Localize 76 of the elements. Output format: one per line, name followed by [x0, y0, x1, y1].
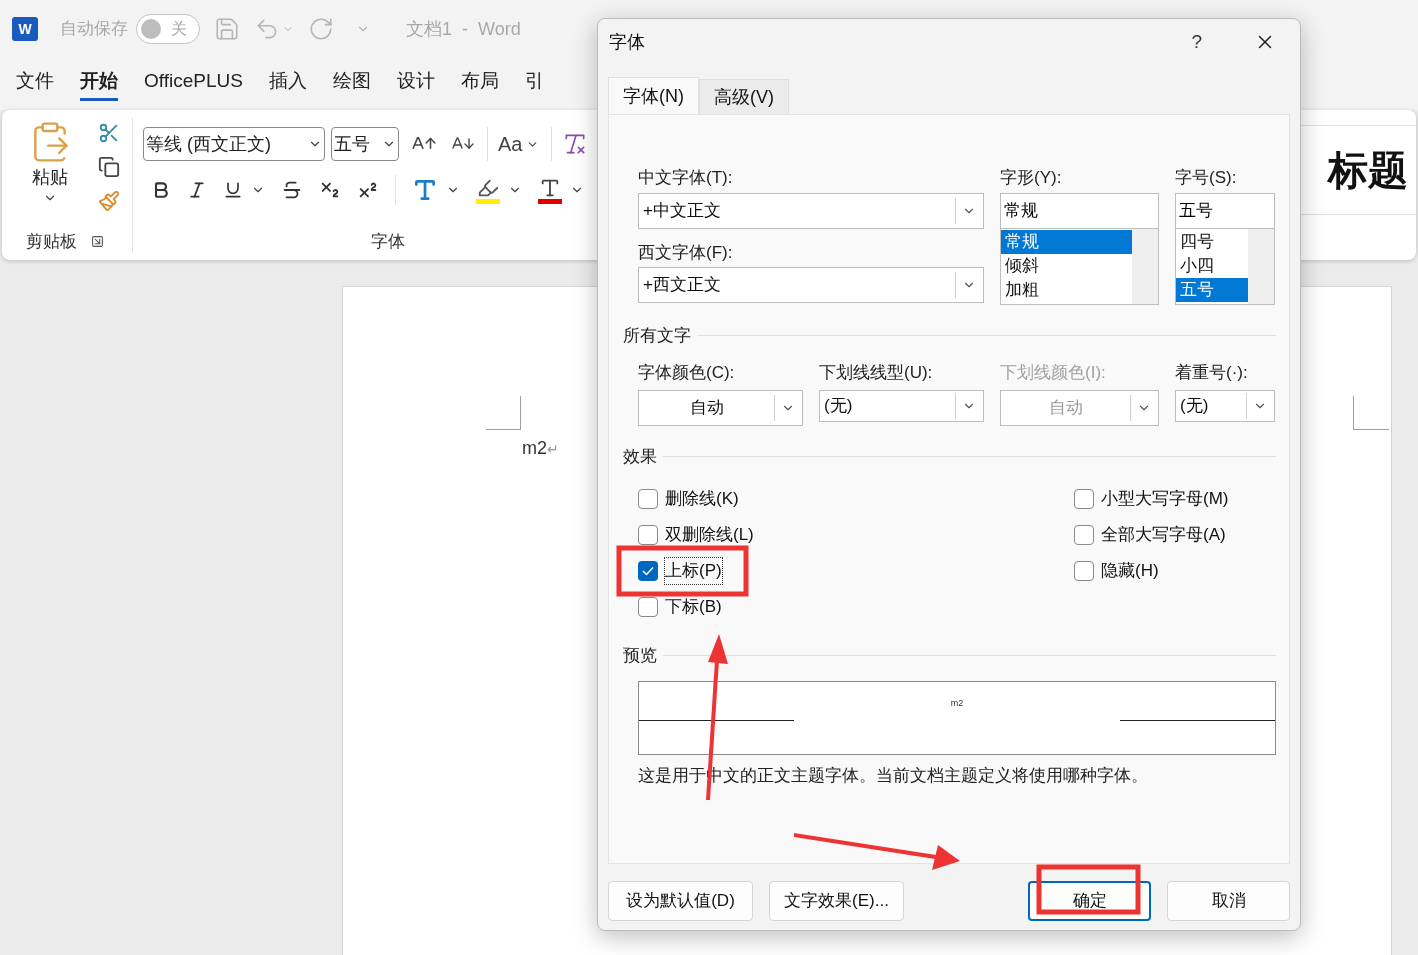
dropdown-field[interactable]: +西文正文 — [638, 267, 984, 303]
menu-tab[interactable]: 开始 — [80, 67, 118, 101]
text-input[interactable]: 五号 — [1175, 192, 1275, 229]
group-label: 剪贴板 — [26, 230, 77, 253]
list-item[interactable]: 小四 — [1176, 253, 1248, 278]
underline-icon[interactable] — [223, 180, 243, 200]
field-label: 下划线线型(U): — [819, 362, 934, 384]
checkbox-label: 全部大写字母(A) — [1101, 524, 1226, 547]
section-heading: 效果 — [623, 445, 657, 468]
text-input[interactable]: 常规 — [1000, 192, 1159, 229]
change-case-button[interactable]: Aa — [498, 129, 540, 159]
dialog-button[interactable]: 取消 — [1167, 881, 1290, 921]
menu-tab[interactable]: 设计 — [396, 67, 435, 101]
dialog-tab[interactable]: 高级(V) — [699, 79, 789, 114]
list-item[interactable]: 倾斜 — [1001, 253, 1132, 278]
checkbox-label: 上标(P) — [665, 558, 722, 584]
list-item[interactable]: 五号 — [1176, 277, 1248, 302]
checkbox[interactable] — [638, 561, 658, 581]
checkbox[interactable] — [638, 489, 658, 509]
dialog-title: 字体 — [609, 30, 645, 54]
dropdown-field[interactable]: (无) — [819, 389, 984, 422]
list-item[interactable]: 加粗 — [1001, 277, 1132, 302]
style-item[interactable]: 标题 — [1328, 140, 1408, 200]
italic-icon[interactable] — [187, 180, 207, 200]
field-label: 下划线颜色(I): — [1000, 362, 1107, 384]
menu-tab[interactable]: 插入 — [268, 67, 307, 101]
document-text: m2↵ — [522, 437, 559, 460]
list-item[interactable]: 四号 — [1176, 229, 1248, 254]
window-title: 文档1 - Word — [406, 17, 521, 41]
scissors-icon[interactable] — [98, 122, 120, 144]
section-heading: 预览 — [623, 645, 657, 667]
dropdown-field[interactable]: (无) — [1175, 389, 1275, 422]
checkbox[interactable] — [1074, 525, 1094, 545]
checkbox[interactable] — [1074, 489, 1094, 509]
dialog-button[interactable]: 设为默认值(D) — [608, 881, 753, 921]
dropdown-field[interactable]: +中文正文 — [638, 192, 984, 229]
paste-button[interactable]: 粘贴 — [28, 120, 72, 212]
checkbox-label: 删除线(K) — [665, 488, 739, 511]
field-label: 字号(S): — [1175, 167, 1238, 189]
strikethrough-icon[interactable] — [281, 179, 303, 201]
checkbox[interactable] — [638, 597, 658, 617]
preview-text: m2 — [949, 697, 965, 710]
autosave-label: 自动保存 — [60, 18, 128, 41]
checkbox-label: 隐藏(H) — [1101, 560, 1159, 583]
text-effects-icon[interactable] — [412, 177, 438, 203]
paintbrush-icon[interactable] — [98, 190, 120, 212]
field-label: 西文字体(F): — [638, 241, 734, 264]
dialog-launcher-icon[interactable] — [91, 234, 104, 248]
menu-tab[interactable]: 绘图 — [332, 67, 371, 101]
checkbox-label: 小型大写字母(M) — [1101, 488, 1229, 511]
checkbox-label: 双删除线(L) — [665, 524, 754, 547]
menu-tab[interactable]: 引 — [524, 67, 544, 101]
crop-mark — [1353, 396, 1389, 430]
field-label: 着重号(·): — [1175, 362, 1249, 384]
dialog-button[interactable]: 文字效果(E)... — [769, 881, 904, 921]
checkbox-label: 下标(B) — [665, 596, 722, 619]
field-label: 中文字体(T): — [638, 167, 734, 189]
list-item[interactable]: 常规 — [1001, 229, 1132, 254]
font-size-dropdown[interactable]: 五号 — [331, 127, 399, 161]
checkmark-icon — [642, 566, 654, 576]
menu-tab[interactable]: 文件 — [16, 67, 54, 101]
field-label: 字体颜色(C): — [638, 362, 736, 384]
group-label: 字体 — [371, 230, 406, 253]
menu-tab[interactable]: 布局 — [460, 67, 499, 101]
dialog-tab[interactable]: 字体(N) — [608, 77, 699, 114]
field-label: 字形(Y): — [1000, 167, 1063, 189]
help-button[interactable]: ? — [1191, 27, 1202, 57]
copy-icon[interactable] — [98, 156, 120, 178]
menu-tab[interactable]: OfficePLUS — [144, 67, 243, 101]
font-name-dropdown[interactable]: 等线 (西文正文) — [143, 127, 325, 161]
crop-mark — [486, 396, 521, 430]
section-heading: 所有文字 — [623, 324, 691, 347]
checkbox[interactable] — [638, 525, 658, 545]
dropdown-field[interactable]: 自动 — [638, 389, 803, 426]
checkbox[interactable] — [1074, 561, 1094, 581]
app-logo: W — [12, 17, 38, 41]
